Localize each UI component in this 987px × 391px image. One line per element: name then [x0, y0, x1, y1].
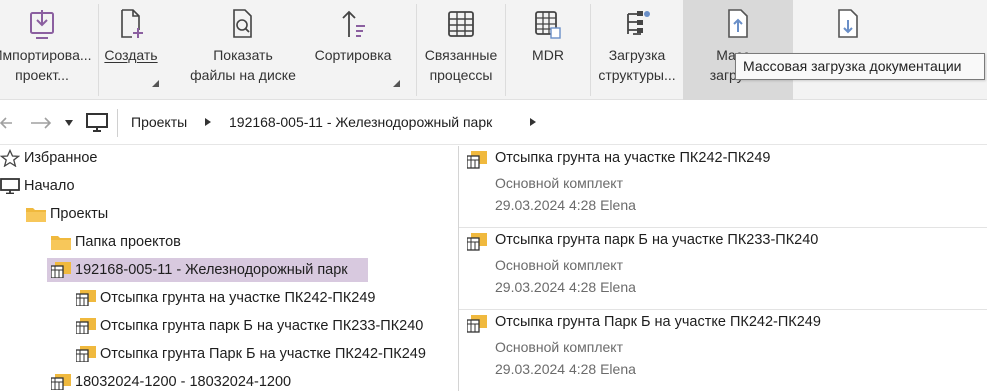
import-label-1: Импортирова... [0, 47, 92, 63]
project-icon [51, 374, 71, 390]
tree-item-projects-folder[interactable]: Папка проектов [51, 230, 181, 254]
star-icon [0, 149, 20, 167]
forward-arrow-icon [31, 117, 52, 129]
load-structure-label-1: Загрузка [608, 47, 666, 63]
breadcrumb-chevron-icon[interactable] [530, 118, 536, 126]
project-folder-icon [76, 318, 96, 334]
list-item[interactable]: Отсыпка грунта на участке ПК242-ПК249 Ос… [459, 146, 987, 228]
show-files-label-1: Показать [213, 47, 273, 63]
tree-item-label: Начало [24, 178, 75, 194]
import-icon [30, 10, 54, 39]
folder-icon [26, 208, 46, 222]
project-folder-icon [76, 346, 96, 362]
related-processes-button[interactable]: Связанные процессы [417, 0, 505, 100]
navigation-tree: Избранное Начало Проекты Папка проектов … [0, 146, 458, 391]
tree-item-label: Отсыпка грунта Парк Б на участке ПК242-П… [100, 346, 426, 362]
tree-item-subproject[interactable]: Отсыпка грунта на участке ПК242-ПК249 [76, 286, 375, 310]
folder-icon [51, 236, 71, 250]
tree-item-label: Отсыпка грунта парк Б на участке ПК233-П… [100, 318, 424, 334]
show-files-icon [233, 9, 252, 38]
home-button[interactable] [86, 111, 108, 132]
new-document-icon [121, 9, 143, 38]
history-dropdown[interactable] [64, 115, 74, 135]
create-label: Создать [104, 47, 158, 63]
create-dropdown-arrow[interactable] [152, 80, 159, 87]
tree-item-label: 192168-005-11 - Железнодорожный парк [75, 262, 348, 278]
list-item-meta: 29.03.2024 4:28 Elena [495, 361, 636, 377]
list-item[interactable]: Отсыпка грунта Парк Б на участке ПК242-П… [459, 310, 987, 391]
download-document-icon [838, 9, 858, 38]
forward-button[interactable] [30, 113, 52, 133]
load-structure-button[interactable]: Загрузка структуры... [591, 0, 683, 100]
mdr-button[interactable]: MDR [506, 0, 590, 100]
show-files-on-disk-button[interactable]: Показать файлы на диске [180, 0, 306, 100]
list-item-subtitle: Основной комплект [495, 339, 623, 355]
list-item-subtitle: Основной комплект [495, 257, 623, 273]
upload-document-icon [728, 9, 748, 38]
tree-item-home[interactable]: Начало [0, 174, 75, 198]
back-button[interactable] [0, 113, 12, 133]
list-item-title: Отсыпка грунта на участке ПК242-ПК249 [495, 150, 771, 166]
list-item-title: Отсыпка грунта Парк Б на участке ПК242-П… [495, 314, 821, 330]
sort-icon [342, 10, 365, 37]
breadcrumb-current-project[interactable]: 192168-005-11 - Железнодорожный парк [229, 114, 492, 130]
monitor-icon [86, 113, 108, 132]
import-label-2: проект... [15, 67, 69, 83]
list-item[interactable]: Отсыпка грунта парк Б на участке ПК233-П… [459, 228, 987, 310]
project-folder-icon [76, 290, 96, 306]
breadcrumb-chevron-icon[interactable] [205, 118, 211, 126]
related-label-1: Связанные [424, 47, 498, 63]
back-arrow-icon [0, 117, 12, 129]
show-files-label-2: файлы на диске [190, 67, 296, 83]
project-icon [51, 262, 71, 278]
navigation-bar: Проекты 192168-005-11 - Железнодорожный … [0, 101, 987, 145]
related-label-2: процессы [429, 67, 493, 83]
structure-tree-icon [627, 11, 650, 35]
table-icon [448, 11, 474, 37]
tree-item-label: Избранное [24, 150, 98, 166]
tooltip: Массовая загрузка документации [735, 53, 985, 80]
chevron-down-icon [65, 120, 73, 126]
tree-item-projects[interactable]: Проекты [26, 202, 108, 226]
monitor-icon [0, 178, 20, 194]
mdr-label: MDR [532, 47, 564, 63]
sort-dropdown-arrow[interactable] [393, 80, 400, 87]
list-item-subtitle: Основной комплект [495, 175, 623, 191]
tree-item-project[interactable]: 18032024-1200 - 18032024-1200 [51, 370, 291, 391]
breadcrumb-projects[interactable]: Проекты [131, 114, 187, 130]
list-item-title: Отсыпка грунта парк Б на участке ПК233-П… [495, 232, 819, 248]
load-structure-label-2: структуры... [598, 67, 676, 83]
create-button[interactable]: Создать [99, 0, 163, 100]
sort-label: Сортировка [314, 47, 392, 63]
project-folder-icon [467, 233, 487, 251]
tree-item-label: Папка проектов [75, 234, 181, 250]
tree-item-label: Проекты [50, 206, 109, 222]
tree-item-label: 18032024-1200 - 18032024-1200 [75, 374, 292, 390]
sort-button[interactable]: Сортировка [302, 0, 404, 100]
list-item-meta: 29.03.2024 4:28 Elena [495, 279, 636, 295]
nav-separator [117, 109, 118, 137]
content-list: Отсыпка грунта на участке ПК242-ПК249 Ос… [459, 146, 987, 391]
list-item-meta: 29.03.2024 4:28 Elena [495, 197, 636, 213]
tree-item-project-selected[interactable]: 192168-005-11 - Железнодорожный парк [47, 258, 368, 282]
project-folder-icon [467, 315, 487, 333]
tree-item-label: Отсыпка грунта на участке ПК242-ПК249 [100, 290, 376, 306]
tree-item-subproject[interactable]: Отсыпка грунта Парк Б на участке ПК242-П… [76, 342, 426, 366]
ribbon-toolbar: Импортирова... проект... Создать Показат… [0, 0, 987, 100]
bulk-download-documents-button[interactable] [793, 0, 903, 100]
tree-item-subproject[interactable]: Отсыпка грунта парк Б на участке ПК233-П… [76, 314, 423, 338]
project-folder-icon [467, 151, 487, 169]
tree-item-favorites[interactable]: Избранное [0, 146, 97, 170]
import-project-button[interactable]: Импортирова... проект... [0, 0, 96, 100]
bulk-upload-documents-button[interactable]: Масс загрузк [683, 0, 793, 100]
mdr-table-icon [535, 11, 561, 39]
